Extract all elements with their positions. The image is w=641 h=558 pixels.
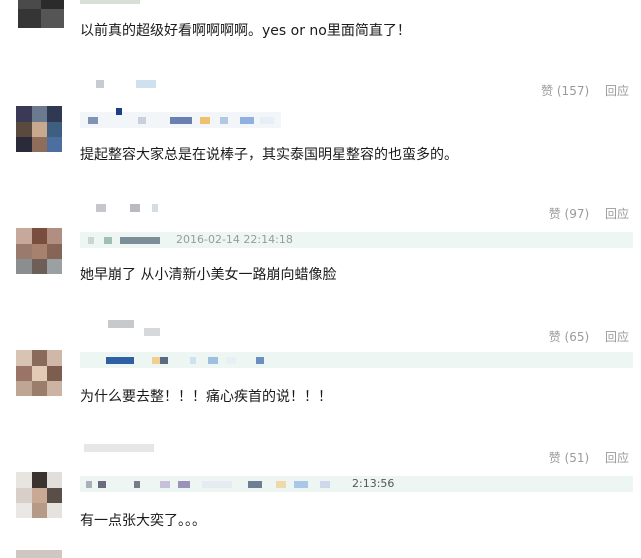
like-button[interactable]: 赞 (51): [549, 451, 589, 465]
blurred-username: [84, 444, 154, 452]
comment-actions: 赞 (51) 回应: [549, 449, 629, 466]
comment-text: 为什么要去整！！！痛心疾首的说！！！: [80, 389, 332, 405]
timestamp: 2:13:56: [352, 477, 395, 490]
blurred-username: [96, 80, 104, 88]
comment-actions: 赞 (157) 回应: [541, 82, 629, 99]
reply-button[interactable]: 回应: [605, 330, 629, 344]
timestamp: 2016-02-14 22:14:18: [176, 233, 293, 246]
like-button[interactable]: 赞 (157): [541, 84, 589, 98]
blurred-username: [108, 320, 134, 328]
comment-text: 她早崩了 从小清新小美女一路崩向蜡像脸: [80, 267, 337, 283]
comment-actions: 赞 (65) 回应: [549, 328, 629, 345]
avatar[interactable]: [16, 472, 62, 518]
avatar[interactable]: [18, 0, 64, 28]
comment-meta: [80, 352, 633, 368]
blurred-username: [130, 204, 140, 212]
reply-button[interactable]: 回应: [605, 84, 629, 98]
comment-text: 以前真的超级好看啊啊啊啊。yes or no里面简直了！: [80, 23, 411, 39]
avatar[interactable]: [16, 550, 62, 558]
avatar[interactable]: [16, 350, 62, 396]
comment-meta: [80, 108, 281, 128]
avatar[interactable]: [16, 106, 62, 152]
like-button[interactable]: 赞 (65): [549, 330, 589, 344]
blurred-username: [152, 204, 158, 212]
comment-meta: 2:13:56: [80, 476, 633, 492]
comment-meta: 2016-02-14 22:14:18: [80, 232, 633, 248]
blurred-username: [144, 328, 160, 336]
comment-text: 提起整容大家总是在说棒子，其实泰国明星整容的也蛮多的。: [80, 147, 458, 163]
reply-button[interactable]: 回应: [605, 207, 629, 221]
blurred-username: [96, 204, 106, 212]
reply-button[interactable]: 回应: [605, 451, 629, 465]
comment-text: 有一点张大奕了。。。: [80, 513, 206, 529]
avatar[interactable]: [16, 228, 62, 274]
blurred-username: [136, 80, 156, 88]
comment-actions: 赞 (97) 回应: [549, 205, 629, 222]
blurred-username: [80, 0, 140, 4]
like-button[interactable]: 赞 (97): [549, 207, 589, 221]
